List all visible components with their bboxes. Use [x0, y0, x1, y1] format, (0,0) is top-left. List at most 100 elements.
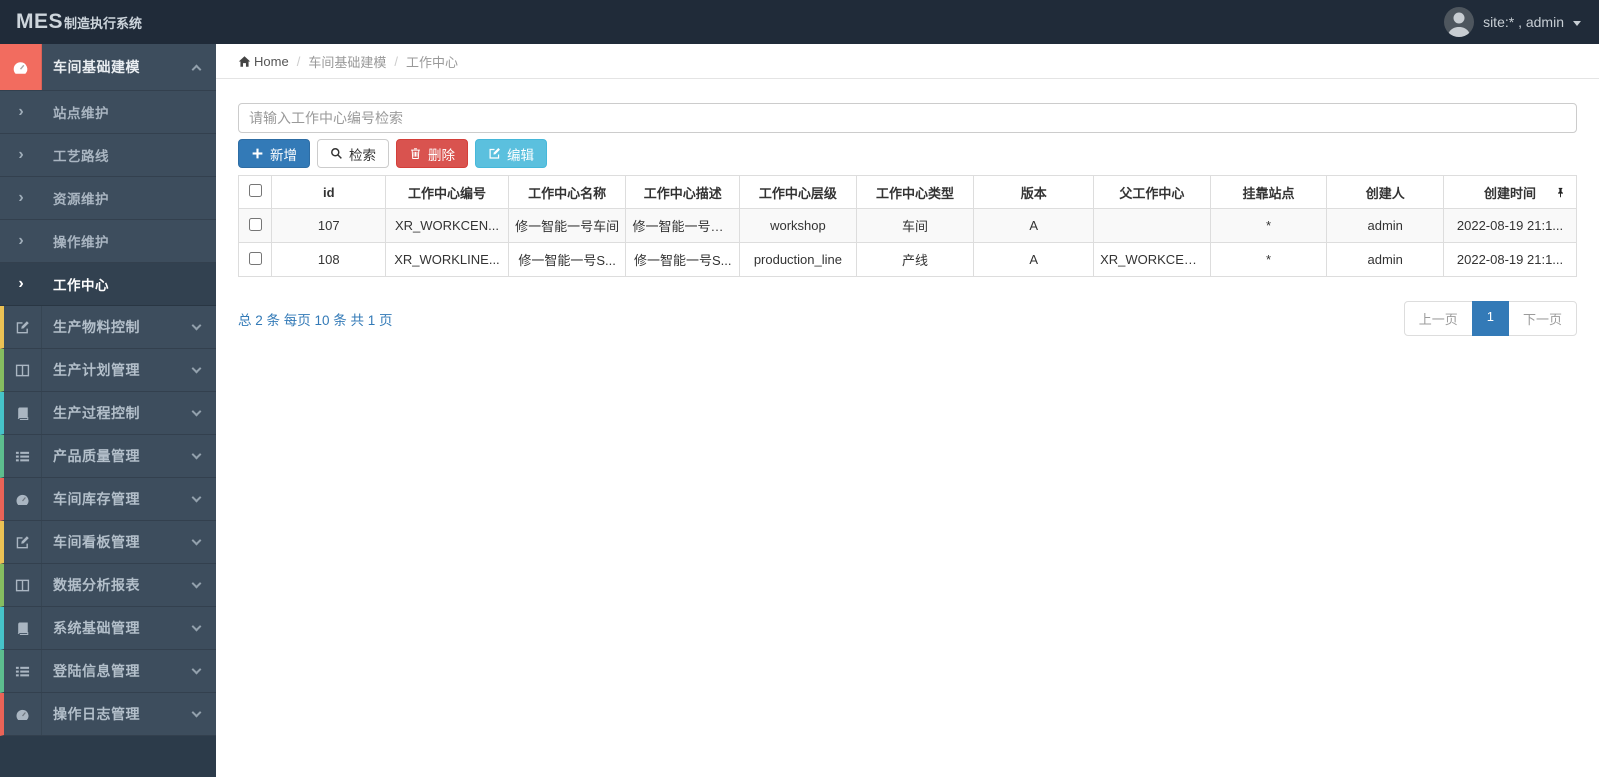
column-header-description: 工作中心描述 — [625, 175, 741, 209]
submenu-item-label: 工艺路线 — [53, 149, 109, 164]
search-input[interactable] — [238, 103, 1577, 133]
list-icon — [4, 435, 42, 477]
sidebar-filler — [0, 736, 216, 777]
submenu-item-process-route[interactable]: › 工艺路线 — [0, 134, 216, 177]
breadcrumb-separator: / — [296, 53, 301, 69]
plus-icon — [252, 148, 263, 159]
select-all-cell — [237, 175, 273, 209]
app-logo[interactable]: MES 制造执行系统 — [16, 10, 142, 34]
column-header-parent: 父工作中心 — [1093, 175, 1211, 209]
column-header-created-label: 创建时间 — [1484, 185, 1537, 201]
search-button[interactable]: 检索 — [317, 139, 389, 168]
cell-level: production_line — [739, 242, 857, 277]
column-header-type: 工作中心类型 — [855, 175, 975, 209]
sidebar-item-data-analysis[interactable]: 数据分析报表 — [0, 564, 216, 607]
sidebar-item-login-info[interactable]: 登陆信息管理 — [0, 650, 216, 693]
user-menu[interactable]: site:* , admin — [1444, 7, 1581, 37]
row-checkbox[interactable] — [248, 251, 262, 265]
work-center-table: id 工作中心编号 工作中心名称 工作中心描述 工作中心层级 工作中心类型 版本… — [237, 175, 1577, 277]
sidebar-item-kanban-management[interactable]: 车间看板管理 — [0, 521, 216, 564]
angle-right-icon: › — [18, 232, 24, 249]
book-icon — [4, 607, 42, 649]
submenu-item-resource-maintenance[interactable]: › 资源维护 — [0, 177, 216, 220]
sidebar-item-workshop-modeling[interactable]: 车间基础建模 — [0, 44, 216, 91]
column-header-code: 工作中心编号 — [385, 175, 509, 209]
cell-version: A — [973, 242, 1095, 277]
person-icon — [1448, 12, 1471, 37]
chevron-down-icon — [191, 707, 202, 718]
sidebar: 车间基础建模 › 站点维护 › 工艺路线 › 资源维护 › 操作维护 › 工作中… — [0, 44, 216, 777]
prev-page-button[interactable]: 上一页 — [1403, 301, 1473, 336]
chevron-down-icon — [191, 578, 202, 589]
list-icon — [4, 650, 42, 692]
pagination: 上一页 1 下一页 — [1403, 301, 1577, 336]
avatar — [1444, 7, 1475, 37]
edit-icon — [4, 306, 42, 348]
app-logo-text: MES — [16, 10, 64, 33]
trash-icon — [411, 148, 420, 160]
sidebar-item-inventory-management[interactable]: 车间库存管理 — [0, 478, 216, 521]
search-button-label: 检索 — [349, 147, 376, 163]
submenu-item-station-maintenance[interactable]: › 站点维护 — [0, 91, 216, 134]
edit-button[interactable]: 编辑 — [475, 139, 547, 168]
sidebar-item-label: 生产物料控制 — [53, 319, 140, 335]
edit-button-label: 编辑 — [507, 147, 534, 163]
sidebar-item-label: 车间基础建模 — [53, 59, 140, 75]
page-1-button[interactable]: 1 — [1471, 301, 1509, 336]
column-header-version: 版本 — [973, 175, 1095, 209]
submenu-item-operation-maintenance[interactable]: › 操作维护 — [0, 220, 216, 263]
sidebar-item-system-management[interactable]: 系统基础管理 — [0, 607, 216, 650]
row-select-cell — [237, 242, 273, 277]
breadcrumb-home-label: Home — [254, 53, 289, 69]
sidebar-item-process-control[interactable]: 生产过程控制 — [0, 392, 216, 435]
dashboard-icon — [4, 693, 42, 735]
pagination-summary: 总 2 条 每页 10 条 共 1 页 — [238, 312, 393, 328]
cell-description: 修一智能一号车间 — [625, 208, 741, 243]
cell-version: A — [973, 208, 1095, 243]
top-bar: MES 制造执行系统 site:* , admin — [0, 0, 1599, 44]
row-checkbox[interactable] — [248, 217, 262, 231]
dashboard-icon — [0, 44, 42, 90]
angle-right-icon: › — [18, 146, 24, 163]
delete-button[interactable]: 删除 — [396, 139, 468, 168]
table-row[interactable]: 108 XR_WORKLINE... 修一智能一号S... 修一智能一号S...… — [237, 242, 1577, 277]
chevron-down-icon — [191, 492, 202, 503]
chevron-down-icon — [191, 664, 202, 675]
sidebar-item-production-planning[interactable]: 生产计划管理 — [0, 349, 216, 392]
next-page-button[interactable]: 下一页 — [1507, 301, 1577, 336]
home-icon — [238, 55, 251, 67]
column-header-id: id — [271, 175, 387, 209]
user-label: site:* , admin — [1483, 14, 1564, 30]
sidebar-item-material-control[interactable]: 生产物料控制 — [0, 306, 216, 349]
cell-code: XR_WORKLINE... — [385, 242, 509, 277]
submenu-item-label: 工作中心 — [53, 278, 109, 293]
breadcrumb-home[interactable]: Home — [238, 54, 289, 69]
select-all-checkbox[interactable] — [248, 184, 262, 197]
sidebar-item-quality-management[interactable]: 产品质量管理 — [0, 435, 216, 478]
add-button[interactable]: 新增 — [238, 139, 310, 168]
table-row[interactable]: 107 XR_WORKCEN... 修一智能一号车间 修一智能一号车间 work… — [237, 208, 1577, 243]
angle-right-icon: › — [18, 275, 24, 292]
row-select-cell — [237, 208, 273, 243]
columns-icon — [4, 564, 42, 606]
dashboard-icon — [4, 478, 42, 520]
chevron-down-icon — [191, 535, 202, 546]
sidebar-item-label: 产品质量管理 — [53, 448, 140, 464]
chevron-down-icon — [191, 449, 202, 460]
table-header-row: id 工作中心编号 工作中心名称 工作中心描述 工作中心层级 工作中心类型 版本… — [237, 175, 1577, 209]
book-icon — [4, 392, 42, 434]
cell-station: * — [1209, 208, 1328, 243]
sidebar-item-operation-log[interactable]: 操作日志管理 — [0, 693, 216, 736]
search-icon — [331, 148, 342, 159]
cell-id: 107 — [271, 208, 387, 243]
content-area: 新增 检索 删除 编辑 — [216, 79, 1599, 336]
submenu-item-work-center[interactable]: › 工作中心 — [0, 263, 216, 306]
cell-code: XR_WORKCEN... — [385, 208, 509, 243]
cell-station: * — [1209, 242, 1328, 277]
cell-name: 修一智能一号S... — [507, 242, 627, 277]
cell-creator: admin — [1326, 242, 1445, 277]
column-header-station: 挂靠站点 — [1209, 175, 1328, 209]
cell-creator: admin — [1326, 208, 1445, 243]
edit-icon — [4, 521, 42, 563]
pin-icon[interactable] — [1555, 186, 1566, 199]
